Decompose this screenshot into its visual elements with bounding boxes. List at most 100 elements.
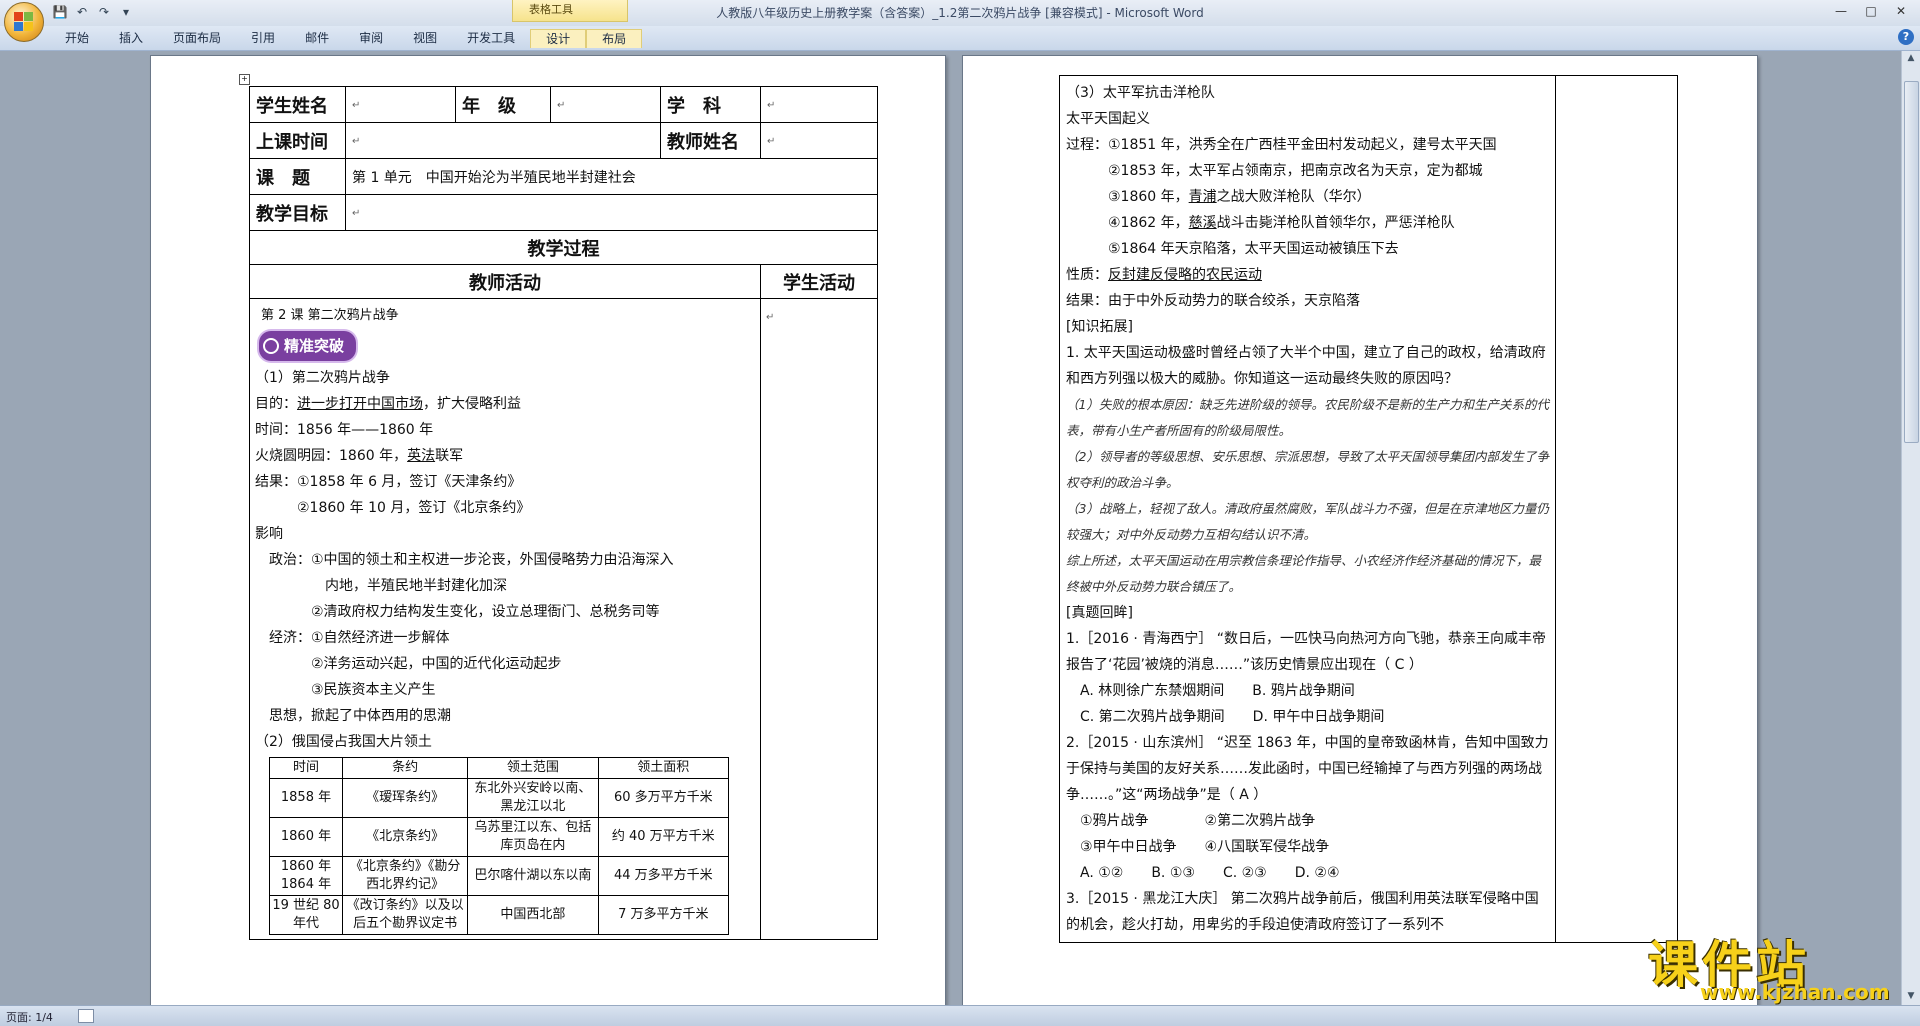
- text-line: 结果：由于中外反动势力的联合绞杀，天京陷落: [1066, 293, 1360, 309]
- option-line: C. 第二次鸦片战争期间 D. 甲午中日战争期间: [1080, 709, 1385, 725]
- watermark-url: www.kjzhan.com: [1700, 980, 1890, 1004]
- section-heading: [知识拓展]: [1066, 319, 1133, 335]
- option-line: ①鸦片战争 ②第二次鸦片战争: [1080, 813, 1316, 829]
- table-row: 上课时间 ↵ 教师姓名 ↵: [249, 122, 878, 159]
- table-cell[interactable]: 7 万多平方千米: [597, 895, 730, 935]
- text-line: 过程：①1851 年，洪秀全在广西桂平金田村发动起义，建号太平天国: [1066, 137, 1497, 153]
- teacher-activity-header: 教师活动: [249, 264, 761, 299]
- document-page-2[interactable]: （3）太平军抗击洋枪队 太平天国起义 过程：①1851 年，洪秀全在广西桂平金田…: [962, 55, 1758, 1005]
- text-line: 时间：1856 年——1860 年: [255, 422, 434, 438]
- office-button[interactable]: [4, 2, 44, 42]
- text-line: ③1860 年，青浦之战大败洋枪队（华尔）: [1108, 189, 1371, 205]
- table-cell[interactable]: 东北外兴安岭以南、黑龙江以北: [467, 778, 599, 818]
- scroll-down-icon[interactable]: ▼: [1905, 991, 1917, 1003]
- document-workspace: + 学生姓名 ↵ 年 级 ↵ 学 科 ↵ 上课时间 ↵ 教师姓名 ↵ 课 题 第: [0, 51, 1900, 1005]
- section-heading: [真题回眸]: [1066, 605, 1133, 621]
- table-cell[interactable]: 1860 年: [268, 817, 344, 857]
- window-controls: — □ ✕: [1826, 2, 1916, 20]
- text-line: ②清政府权力结构发生变化，设立总理衙门、总税务司等: [311, 604, 660, 620]
- column-header: 领土范围: [467, 757, 599, 779]
- tab-home[interactable]: 开始: [50, 29, 104, 47]
- text-line: 太平天国起义: [1066, 111, 1150, 127]
- tab-table-layout[interactable]: 布局: [586, 29, 643, 48]
- page-counter[interactable]: 页面: 1/4: [6, 1009, 53, 1025]
- table-cell[interactable]: 60 多万平方千米: [597, 778, 730, 818]
- table-cell[interactable]: 《改订条约》以及以后五个勘界议定书: [342, 895, 469, 935]
- tab-mailings[interactable]: 邮件: [290, 29, 344, 47]
- tab-table-design[interactable]: 设计: [530, 29, 587, 48]
- text-line: ②洋务运动兴起，中国的近代化运动起步: [311, 656, 562, 672]
- table-cell[interactable]: 中国西北部: [467, 895, 599, 935]
- question-text: 3.［2015 · 黑龙江大庆］ 第二次鸦片战争前后，俄国利用英法联军侵略中国的…: [1066, 891, 1539, 933]
- grade-cell[interactable]: ↵: [550, 86, 661, 123]
- text-line: 结果：①1858 年 6 月，签订《天津条约》: [255, 474, 522, 490]
- maximize-button[interactable]: □: [1856, 2, 1886, 20]
- student-activity-header: 学生活动: [760, 264, 878, 299]
- text-line: 政治：①中国的领土和主权进一步沦丧，外国侵略势力由沿海深入: [269, 552, 674, 568]
- student-name-cell[interactable]: ↵: [345, 86, 456, 123]
- column-header: 时间: [268, 757, 344, 779]
- subject-label: 学 科: [660, 86, 761, 123]
- teacher-name-cell[interactable]: ↵: [760, 122, 878, 159]
- table-row: 1858 年 《瑷珲条约》 东北外兴安岭以南、黑龙江以北 60 多万平方千米: [268, 778, 730, 818]
- tab-view[interactable]: 视图: [398, 29, 452, 47]
- teacher-activity-cell[interactable]: （3）太平军抗击洋枪队 太平天国起义 过程：①1851 年，洪秀全在广西桂平金田…: [1059, 75, 1556, 943]
- goal-label: 教学目标: [249, 194, 346, 231]
- table-header-row: 时间 条约 领土范围 领土面积: [268, 757, 730, 779]
- option-line: A. 林则徐广东禁烟期间 B. 鸦片战争期间: [1080, 683, 1355, 699]
- text-line: ④1862 年，慈溪战斗击毙洋枪队首领华尔，严惩洋枪队: [1108, 215, 1455, 231]
- teacher-activity-cell[interactable]: 第 2 课 第二次鸦片战争 精准突破 （1）第二次鸦片战争 目的：进一步打开中国…: [249, 298, 761, 940]
- student-activity-cell[interactable]: ↵: [760, 298, 878, 940]
- document-page-1[interactable]: + 学生姓名 ↵ 年 级 ↵ 学 科 ↵ 上课时间 ↵ 教师姓名 ↵ 课 题 第: [150, 55, 946, 1005]
- table-row: 学生姓名 ↵ 年 级 ↵ 学 科 ↵: [249, 86, 878, 123]
- status-bar: 页面: 1/4: [0, 1005, 1920, 1026]
- text-line: 火烧圆明园：1860 年，英法联军: [255, 448, 464, 464]
- answer-text: （1）失败的根本原因：缺乏先进阶级的领导。农民阶级不是新的生产力和生产关系的代表…: [1066, 397, 1549, 438]
- class-time-label: 上课时间: [249, 122, 346, 159]
- scrollbar-thumb[interactable]: [1904, 81, 1919, 443]
- ribbon-tabs: 开始 插入 页面布局 引用 邮件 审阅 视图 开发工具 设计 布局: [50, 29, 643, 48]
- vertical-scrollbar[interactable]: ▲ ▼: [1901, 51, 1920, 1005]
- tab-references[interactable]: 引用: [236, 29, 290, 47]
- column-header: 条约: [342, 757, 469, 779]
- tab-insert[interactable]: 插入: [104, 29, 158, 47]
- minimize-button[interactable]: —: [1826, 2, 1856, 20]
- table-cell[interactable]: 1858 年: [268, 778, 344, 818]
- help-icon[interactable]: ?: [1898, 29, 1914, 45]
- table-row: 第 2 课 第二次鸦片战争 精准突破 （1）第二次鸦片战争 目的：进一步打开中国…: [249, 298, 878, 940]
- table-cell[interactable]: 约 40 万平方千米: [597, 817, 730, 857]
- title-bar: 💾 ↶ ↷ ▾ 表格工具 人教版八年级历史上册教学案（含答案）_1.2第二次鸦片…: [0, 0, 1920, 27]
- scroll-up-icon[interactable]: ▲: [1905, 53, 1917, 65]
- goal-cell[interactable]: ↵: [345, 194, 878, 231]
- table-row: （3）太平军抗击洋枪队 太平天国起义 过程：①1851 年，洪秀全在广西桂平金田…: [1059, 75, 1678, 943]
- table-row: 教学过程: [249, 230, 878, 265]
- table-cell[interactable]: 乌苏里江以东、包括库页岛在内: [467, 817, 599, 857]
- tab-page-layout[interactable]: 页面布局: [158, 29, 236, 47]
- class-time-cell[interactable]: ↵: [345, 122, 661, 159]
- proofing-icon[interactable]: [78, 1009, 94, 1023]
- table-move-handle-icon[interactable]: +: [239, 74, 250, 85]
- table-cell[interactable]: 巴尔喀什湖以东以南: [467, 856, 599, 896]
- subject-cell[interactable]: ↵: [760, 86, 878, 123]
- section-heading: （1）第二次鸦片战争: [255, 370, 390, 386]
- office-logo-icon: [14, 12, 34, 32]
- tab-review[interactable]: 审阅: [344, 29, 398, 47]
- table-cell[interactable]: 44 万多平方千米: [597, 856, 730, 896]
- table-cell[interactable]: 1860 年 1864 年: [268, 856, 344, 896]
- teacher-name-label: 教师姓名: [660, 122, 761, 159]
- table-cell[interactable]: 《瑷珲条约》: [342, 778, 469, 818]
- russia-territory-table: 时间 条约 领土范围 领土面积 1858 年 《瑷珲条约》 东北外兴安岭以南、黑…: [268, 757, 730, 935]
- close-button[interactable]: ✕: [1886, 2, 1916, 20]
- topic-cell[interactable]: 第 1 单元 中国开始沦为半殖民地半封建社会: [345, 158, 878, 195]
- lesson-title: 第 2 课 第二次鸦片战争: [261, 308, 399, 323]
- table-row: 教师活动 学生活动: [249, 264, 878, 299]
- student-activity-cell[interactable]: [1555, 75, 1678, 943]
- lesson-plan-table: 学生姓名 ↵ 年 级 ↵ 学 科 ↵ 上课时间 ↵ 教师姓名 ↵ 课 题 第 1…: [249, 86, 878, 940]
- table-cell[interactable]: 《北京条约》: [342, 817, 469, 857]
- question-text: 1.［2016 · 青海西宁］ “数日后，一匹快马向热河方向飞驰，恭亲王向咸丰帝…: [1066, 631, 1547, 673]
- tab-developer[interactable]: 开发工具: [452, 29, 530, 47]
- text-line: 经济：①自然经济进一步解体: [269, 630, 450, 646]
- precise-breakthrough-badge: 精准突破: [259, 331, 357, 361]
- table-cell[interactable]: 《北京条约》《勘分西北界约记》: [342, 856, 469, 896]
- table-cell[interactable]: 19 世纪 80 年代: [268, 895, 344, 935]
